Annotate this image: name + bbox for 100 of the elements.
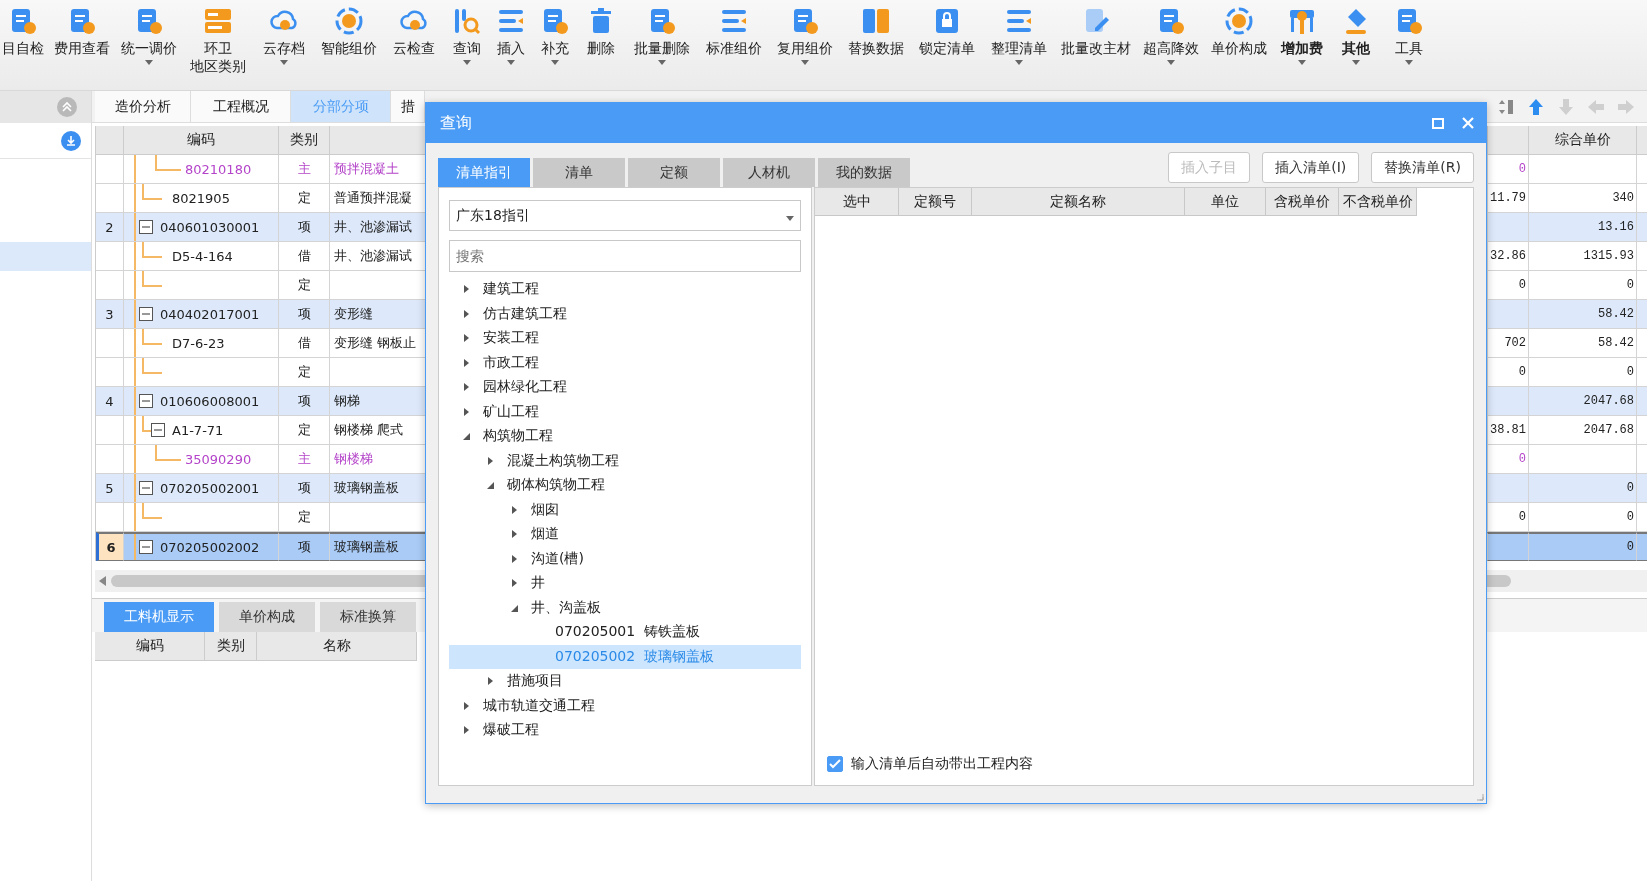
column-header: 定额号	[899, 188, 972, 216]
table-cell: 38.81	[1488, 416, 1529, 445]
type-cell: 主	[279, 155, 330, 184]
toolbar-button[interactable]: 锁定清单	[914, 6, 980, 57]
dialog-title: 查询	[440, 112, 472, 134]
column-header	[1637, 126, 1647, 155]
tree-item[interactable]: 建筑工程	[449, 277, 801, 302]
table-cell	[1637, 532, 1647, 561]
caret-icon	[551, 60, 559, 65]
column-header: 综合单价	[1529, 126, 1637, 155]
tree-item[interactable]: 矿山工程	[449, 399, 801, 424]
checkbox[interactable]	[827, 756, 843, 772]
toolbar-button[interactable]: 标准组价	[702, 6, 766, 57]
toolbar-button[interactable]: 补充	[536, 6, 574, 65]
column-header: 定额名称	[972, 188, 1185, 216]
table-cell: 0	[1488, 155, 1529, 184]
scroll-left-icon[interactable]	[99, 576, 107, 586]
toolbar-button[interactable]: 目自检	[0, 6, 46, 57]
toolbar-button[interactable]: 费用查看	[52, 6, 112, 57]
dialog-button[interactable]: 插入清单(I)	[1262, 152, 1360, 183]
table-cell	[1637, 387, 1647, 416]
toolbar-button[interactable]: 云存档	[256, 6, 312, 65]
tree-item[interactable]: 井、沟盖板	[449, 595, 801, 620]
tab[interactable]: 措	[391, 91, 425, 122]
caret-icon	[801, 60, 809, 65]
toolbar-button[interactable]: 整理清单	[986, 6, 1052, 65]
code-cell: 35090290	[124, 445, 279, 474]
arrow-icon[interactable]	[1527, 97, 1545, 116]
table-cell	[1488, 300, 1529, 329]
toolbar-button[interactable]: 云检查	[386, 6, 442, 57]
table-cell	[1488, 387, 1529, 416]
tab[interactable]: 我的数据	[818, 158, 910, 187]
sort-icon[interactable]	[1499, 97, 1515, 116]
collapse-box-icon[interactable]	[139, 540, 153, 554]
row-number: 5	[96, 474, 124, 503]
tree-item[interactable]: 混凝土构筑物工程	[449, 448, 801, 473]
toolbar-button[interactable]: 单价构成	[1208, 6, 1270, 57]
price-cell: 340	[1529, 184, 1637, 213]
search-field[interactable]: 搜索	[449, 240, 801, 272]
collapse-box-icon[interactable]	[139, 220, 153, 234]
resize-grip-icon[interactable]	[1474, 791, 1484, 801]
toolbar-button[interactable]: 统一调价	[118, 6, 180, 65]
column-header: 选中	[815, 188, 899, 216]
tree-item[interactable]: 安装工程	[449, 326, 801, 351]
close-icon[interactable]	[1462, 117, 1474, 129]
tree-item[interactable]: 仿古建筑工程	[449, 301, 801, 326]
tree-item[interactable]: 城市轨道交通工程	[449, 693, 801, 718]
toolbar-button[interactable]: 复用组价	[772, 6, 838, 65]
tab[interactable]: 造价分析	[95, 91, 191, 122]
tree-item[interactable]: 市政工程	[449, 350, 801, 375]
tab[interactable]: 定额	[628, 158, 720, 187]
tab[interactable]: 人材机	[723, 158, 815, 187]
download-icon[interactable]	[61, 130, 81, 151]
tab[interactable]: 标准换算	[320, 602, 416, 632]
price-cell: 1315.93	[1529, 242, 1637, 271]
type-cell: 项	[279, 387, 330, 416]
toolbar-button[interactable]: 删除	[580, 6, 622, 57]
code-cell: 80210180	[124, 155, 279, 184]
tree-item[interactable]: 烟道	[449, 522, 801, 547]
tree-item[interactable]: 砌体构筑物工程	[449, 473, 801, 498]
toolbar-button[interactable]: 环卫 地区类别	[186, 6, 250, 75]
maximize-icon[interactable]	[1432, 117, 1444, 129]
collapse-box-icon[interactable]	[151, 423, 165, 437]
toolbar-button[interactable]: 批量删除	[628, 6, 696, 65]
coin-icon	[334, 6, 364, 36]
collapse-box-icon[interactable]	[139, 307, 153, 321]
code-cell: 070205002002	[124, 532, 279, 561]
tree-item[interactable]: 构筑物工程	[449, 424, 801, 449]
name-cell: 钢梯	[330, 387, 426, 416]
coin-icon	[1224, 6, 1254, 36]
toolbar-button[interactable]: 增加费	[1276, 6, 1328, 65]
toolbar-button[interactable]: 其他	[1334, 6, 1378, 65]
type-cell: 定	[279, 358, 330, 387]
dialog-button[interactable]: 替换清单(R)	[1371, 152, 1474, 183]
collapse-box-icon[interactable]	[139, 394, 153, 408]
type-cell: 借	[279, 242, 330, 271]
tree-item[interactable]: 烟囱	[449, 497, 801, 522]
tab[interactable]: 单价构成	[219, 602, 315, 632]
checkbox-label: 输入清单后自动带出工程内容	[851, 755, 1033, 773]
toolbar-button[interactable]: 智能组价	[318, 6, 380, 57]
column-header: 编码	[124, 126, 279, 155]
table-cell: 702	[1488, 329, 1529, 358]
tree-item[interactable]: 070205001 铸铁盖板	[449, 620, 801, 645]
toolbar-button[interactable]: 超高降效	[1140, 6, 1202, 65]
toolbar-button[interactable]: 批量改主材	[1058, 6, 1134, 57]
collapse-box-icon[interactable]	[139, 481, 153, 495]
tab[interactable]: 工程概况	[191, 91, 291, 122]
toolbar-button[interactable]: 工具	[1384, 6, 1434, 65]
tree-item[interactable]: 爆破工程	[449, 718, 801, 743]
toolbar-button[interactable]: 查询	[448, 6, 486, 65]
library-dropdown[interactable]: 广东18指引	[449, 200, 801, 231]
tree-item[interactable]: 井	[449, 571, 801, 596]
tree-item[interactable]: 园林绿化工程	[449, 375, 801, 400]
type-cell: 主	[279, 445, 330, 474]
tree-item[interactable]: 沟道(槽)	[449, 546, 801, 571]
toolbar-button[interactable]: 插入	[492, 6, 530, 65]
tab[interactable]: 清单	[533, 158, 625, 187]
tree-item[interactable]: 措施项目	[449, 669, 801, 694]
toolbar-button[interactable]: 替换数据	[844, 6, 908, 57]
column-header: 类别	[205, 632, 257, 661]
